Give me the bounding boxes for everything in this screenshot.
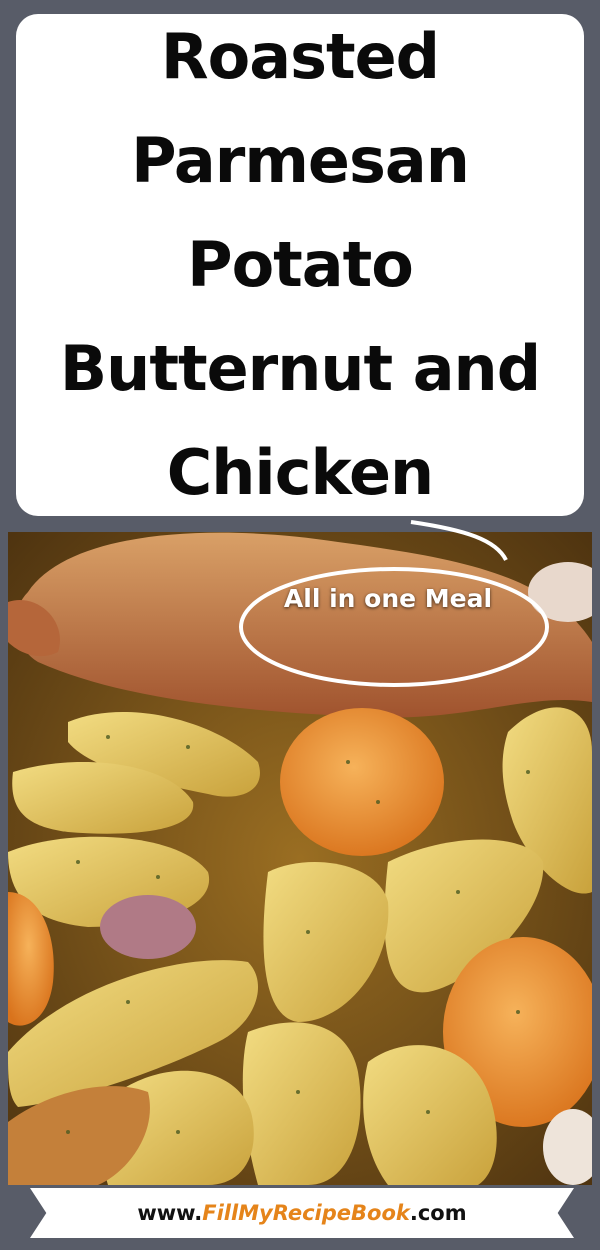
- title-line-4: Butternut and: [59, 332, 541, 405]
- recipe-title: Roasted Parmesan Potato Butternut and Ch…: [20, 5, 580, 525]
- website-banner: www.FillMyRecipeBook.com: [30, 1188, 574, 1238]
- title-line-1: Roasted: [160, 20, 440, 93]
- callout-text: All in one Meal: [283, 584, 493, 613]
- title-line-5: Chicken: [166, 436, 434, 509]
- website-prefix: www.: [137, 1201, 203, 1225]
- website-suffix: .com: [409, 1201, 467, 1225]
- website-link[interactable]: www.FillMyRecipeBook.com: [137, 1201, 466, 1225]
- title-line-3: Potato: [187, 228, 414, 301]
- title-line-2: Parmesan: [131, 124, 470, 197]
- website-name: FillMyRecipeBook: [202, 1201, 410, 1225]
- food-photo: [8, 532, 592, 1185]
- title-card: Roasted Parmesan Potato Butternut and Ch…: [16, 14, 584, 516]
